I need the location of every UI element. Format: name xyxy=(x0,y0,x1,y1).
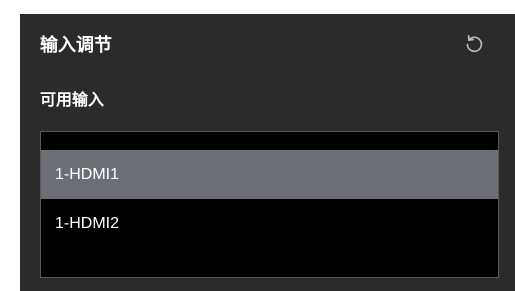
list-item-hdmi1[interactable]: 1-HDMI1 xyxy=(41,150,498,199)
reset-icon xyxy=(466,35,483,53)
list-item-hdmi2[interactable]: 1-HDMI2 xyxy=(41,199,498,248)
panel-title: 输入调节 xyxy=(40,35,112,56)
input-adjustment-panel: 输入调节 可用输入 1-HDMI1 1-HDMI2 xyxy=(20,14,515,291)
available-inputs-label: 可用输入 xyxy=(40,90,105,109)
reset-button[interactable] xyxy=(462,32,486,56)
available-inputs-list: 1-HDMI1 1-HDMI2 xyxy=(40,131,499,278)
